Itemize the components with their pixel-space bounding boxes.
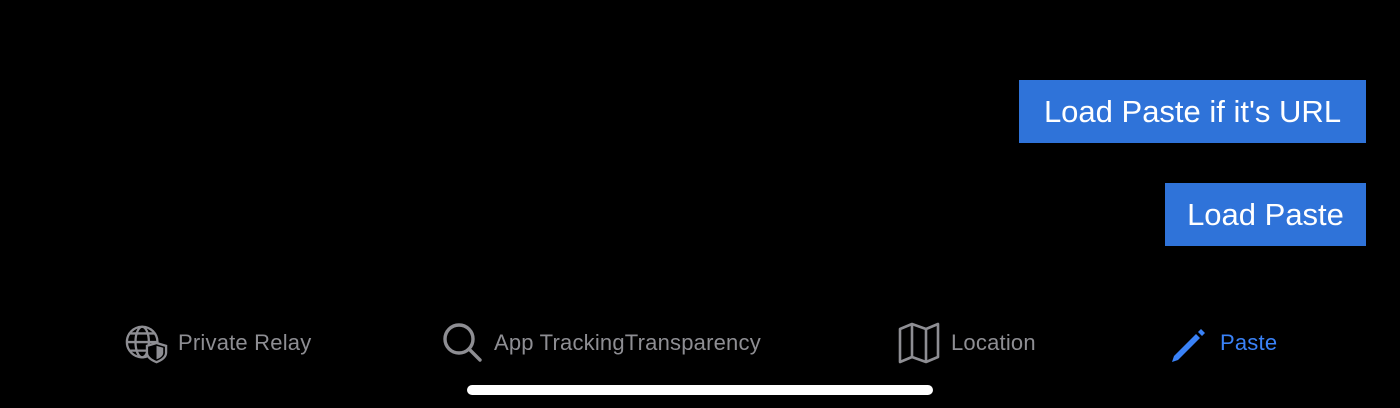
tab-location-label: Location: [951, 330, 1036, 355]
tab-app-tracking-transparency[interactable]: App TrackingTransparency: [440, 314, 761, 372]
tab-paste[interactable]: Paste: [1166, 314, 1277, 372]
pencil-icon: [1166, 321, 1210, 365]
load-paste-if-url-button[interactable]: Load Paste if it's URL: [1019, 80, 1366, 143]
load-paste-button[interactable]: Load Paste: [1165, 183, 1366, 246]
tab-bar: Private Relay App TrackingTransparency L…: [0, 314, 1400, 372]
home-indicator[interactable]: [467, 385, 933, 395]
tab-private-relay-label: Private Relay: [178, 330, 312, 355]
map-icon: [897, 321, 941, 365]
globe-shield-icon: [124, 321, 168, 365]
magnifying-glass-icon: [440, 321, 484, 365]
tab-private-relay[interactable]: Private Relay: [124, 314, 311, 372]
tab-paste-label: Paste: [1220, 330, 1278, 355]
tab-app-tracking-transparency-label: App TrackingTransparency: [494, 330, 761, 355]
tab-location[interactable]: Location: [897, 314, 1036, 372]
